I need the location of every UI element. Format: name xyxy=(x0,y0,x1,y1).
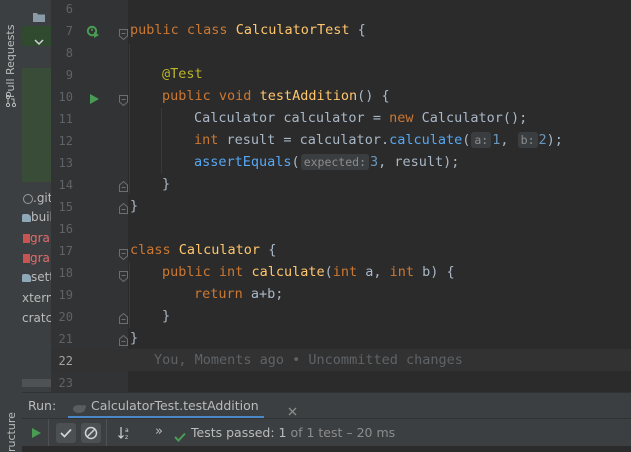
line-number: 14 xyxy=(58,178,73,192)
line-number: 16 xyxy=(58,222,73,236)
line-number: 7 xyxy=(65,24,73,38)
line-number: 15 xyxy=(58,200,73,214)
rerun-button[interactable] xyxy=(26,423,46,443)
fold-marker-icon[interactable] xyxy=(119,91,128,107)
fold-end-icon[interactable] xyxy=(119,177,128,192)
project-item[interactable]: cratch xyxy=(22,309,51,327)
code-line-9: @Test xyxy=(162,66,203,82)
project-item[interactable]: gra xyxy=(22,249,50,267)
parameter-hint: a: xyxy=(471,132,492,148)
fold-marker-icon[interactable] xyxy=(119,245,128,261)
pull-requests-label: Pull Requests xyxy=(4,24,17,98)
run-label: Run: xyxy=(28,398,57,413)
test-status: Tests passed: 1 of 1 test – 20 ms xyxy=(191,425,396,440)
line-number: 19 xyxy=(58,288,73,302)
project-item[interactable]: buil xyxy=(22,208,51,226)
gradle-icon xyxy=(22,213,31,222)
line-number: 12 xyxy=(58,134,73,148)
run-test-class-icon[interactable] xyxy=(86,24,100,38)
line-number: 17 xyxy=(58,244,73,258)
bottom-strip xyxy=(22,446,631,452)
run-tab[interactable]: CalculatorTest.testAddition xyxy=(68,393,297,419)
show-ignored-button[interactable] xyxy=(81,423,101,443)
line-number: 18 xyxy=(58,266,73,280)
run-test-icon[interactable] xyxy=(88,90,100,104)
tree-row-selected[interactable] xyxy=(22,26,51,46)
toolbar-separator xyxy=(48,419,49,447)
fold-end-icon[interactable] xyxy=(119,331,128,346)
code-editor[interactable] xyxy=(128,0,631,392)
svg-text:z: z xyxy=(125,434,128,440)
code-line-11: Calculator calculator = new Calculator()… xyxy=(194,110,528,126)
run-toolbar: az » Tests passed: 1 of 1 test – 20 ms xyxy=(22,418,631,447)
code-line-18: public int calculate(int a, int b) { xyxy=(162,264,455,280)
line-number: 13 xyxy=(58,156,73,170)
code-line-19: return a+b; xyxy=(194,286,284,302)
chevron-down-icon xyxy=(34,31,44,50)
parameter-hint: expected: xyxy=(300,154,369,170)
project-item[interactable]: xterna xyxy=(22,289,51,307)
project-item[interactable]: .git xyxy=(22,189,51,207)
line-number: 21 xyxy=(58,332,73,346)
gradle-icon xyxy=(22,273,31,282)
test-icon xyxy=(72,399,86,418)
line-number: 20 xyxy=(58,310,73,324)
project-item[interactable]: sett xyxy=(22,268,51,286)
code-line-17: class Calculator { xyxy=(130,242,277,258)
code-line-20: } xyxy=(162,308,171,324)
code-line-7: public class CalculatorTest { xyxy=(130,22,366,38)
fold-end-icon[interactable] xyxy=(119,309,128,324)
gitignore-icon xyxy=(23,193,33,204)
code-line-12: int result = calculator.calculate(a: 1, b… xyxy=(194,132,563,148)
show-passed-button[interactable] xyxy=(56,423,76,443)
run-tab-label: CalculatorTest.testAddition xyxy=(91,398,259,413)
line-number: 22 xyxy=(58,354,73,368)
indent-guide xyxy=(129,44,130,194)
git-blame-annotation: You, Moments ago • Uncommitted changes xyxy=(154,352,463,368)
fold-marker-icon[interactable] xyxy=(119,267,128,283)
line-number: 23 xyxy=(58,376,73,390)
svg-text:a: a xyxy=(125,427,129,434)
line-number: 8 xyxy=(65,46,73,60)
file-icon xyxy=(23,234,30,243)
line-number: 9 xyxy=(65,68,73,82)
folder-icon[interactable] xyxy=(32,8,46,22)
toolbar-separator xyxy=(106,419,107,447)
vcs-modified-area xyxy=(22,68,51,182)
run-tool-window-header: Run: CalculatorTest.testAddition xyxy=(22,392,631,419)
structure-tab[interactable]: ructure xyxy=(2,412,20,452)
horizontal-scrollbar[interactable] xyxy=(22,379,51,387)
code-line-10: public void testAddition() { xyxy=(162,88,390,104)
fold-end-icon[interactable] xyxy=(119,199,128,214)
line-number: 11 xyxy=(58,112,73,126)
line-number: 10 xyxy=(58,90,73,104)
pull-requests-icon xyxy=(5,92,17,108)
left-tool-strip: Pull Requests ructure xyxy=(0,0,23,452)
code-line-14: } xyxy=(162,176,171,192)
code-line-21: } xyxy=(130,330,139,346)
file-icon xyxy=(23,254,30,263)
structure-label: ructure xyxy=(5,412,18,452)
parameter-hint: b: xyxy=(517,132,538,148)
sort-icon[interactable]: az xyxy=(114,423,134,443)
more-actions-button[interactable]: » xyxy=(155,424,163,439)
code-line-13: assertEquals(expected: 3, result); xyxy=(194,154,460,170)
fold-marker-icon[interactable] xyxy=(119,25,128,41)
tests-passed-icon xyxy=(174,427,186,446)
indent-guide xyxy=(161,108,162,174)
line-number: 6 xyxy=(65,2,73,16)
project-item[interactable]: gra xyxy=(22,229,50,247)
indent-guide xyxy=(129,262,130,328)
code-line-15: } xyxy=(130,198,139,214)
